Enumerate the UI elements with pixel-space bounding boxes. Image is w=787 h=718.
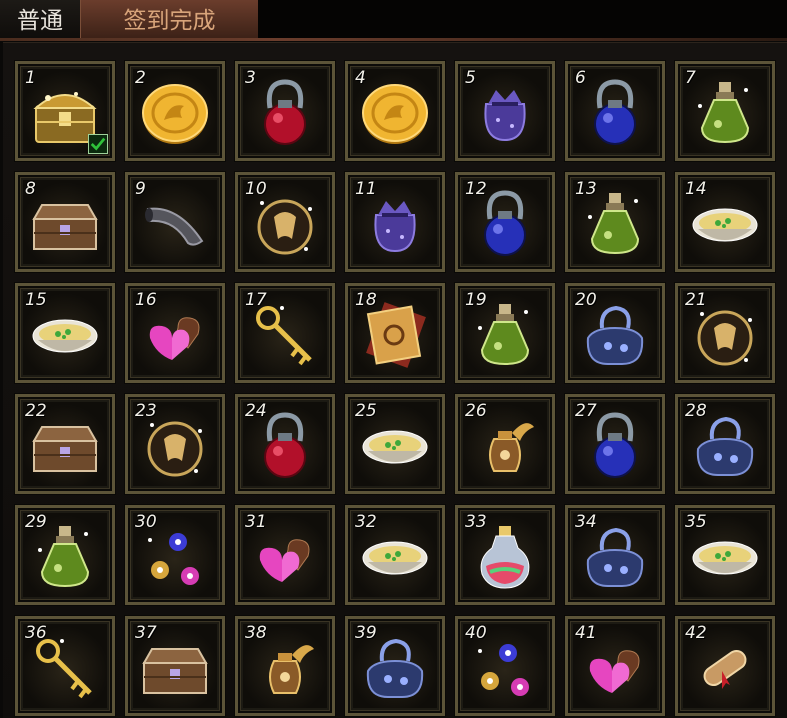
wooden-chest-icon xyxy=(28,187,102,261)
reward-slot-35[interactable]: 35 xyxy=(675,505,775,605)
day-number: 5 xyxy=(465,68,476,88)
day-number: 32 xyxy=(355,512,377,532)
reward-panel: 1 2 3 4 5 6 7 8 9 10 11 12 13 14 15 16 17 18 19 20 21 22 23 24 2… xyxy=(3,42,787,718)
reward-slot-4[interactable]: 4 xyxy=(345,61,445,161)
reward-slot-25[interactable]: 25 xyxy=(345,394,445,494)
green-elixir-icon xyxy=(688,76,762,150)
reward-slot-23[interactable]: 23 xyxy=(125,394,225,494)
reward-slot-26[interactable]: 26 xyxy=(455,394,555,494)
day-number: 11 xyxy=(355,179,377,199)
reward-slot-36[interactable]: 36 xyxy=(15,616,115,716)
day-number: 28 xyxy=(685,401,707,421)
reward-slot-28[interactable]: 28 xyxy=(675,394,775,494)
day-number: 30 xyxy=(135,512,157,532)
day-number: 36 xyxy=(25,623,47,643)
tab-bar: 普通 签到完成 xyxy=(0,0,787,41)
reward-slot-27[interactable]: 27 xyxy=(565,394,665,494)
reward-slot-2[interactable]: 2 xyxy=(125,61,225,161)
day-number: 8 xyxy=(25,179,36,199)
reward-slot-24[interactable]: 24 xyxy=(235,394,335,494)
reward-slot-15[interactable]: 15 xyxy=(15,283,115,383)
purple-pouch-icon xyxy=(468,76,542,150)
day-number: 17 xyxy=(245,290,267,310)
reward-slot-12[interactable]: 12 xyxy=(455,172,555,272)
day-number: 2 xyxy=(135,68,146,88)
day-number: 1 xyxy=(25,68,36,88)
red-potion-icon xyxy=(248,76,322,150)
reward-slot-13[interactable]: 13 xyxy=(565,172,665,272)
day-number: 38 xyxy=(245,623,267,643)
day-number: 31 xyxy=(245,512,267,532)
day-number: 19 xyxy=(465,290,487,310)
reward-slot-19[interactable]: 19 xyxy=(455,283,555,383)
day-number: 26 xyxy=(465,401,487,421)
reward-slot-39[interactable]: 39 xyxy=(345,616,445,716)
tab-normal[interactable]: 普通 xyxy=(0,0,80,40)
day-number: 9 xyxy=(135,179,146,199)
reward-slot-38[interactable]: 38 xyxy=(235,616,335,716)
day-number: 3 xyxy=(245,68,256,88)
reward-slot-16[interactable]: 16 xyxy=(125,283,225,383)
day-number: 39 xyxy=(355,623,377,643)
horn-icon xyxy=(138,187,212,261)
reward-slot-14[interactable]: 14 xyxy=(675,172,775,272)
reward-slot-37[interactable]: 37 xyxy=(125,616,225,716)
day-number: 33 xyxy=(465,512,487,532)
day-number: 7 xyxy=(685,68,696,88)
gold-coin-icon xyxy=(138,76,212,150)
day-number: 41 xyxy=(575,623,597,643)
reward-slot-21[interactable]: 21 xyxy=(675,283,775,383)
day-number: 10 xyxy=(245,179,267,199)
reward-slot-17[interactable]: 17 xyxy=(235,283,335,383)
day-number: 40 xyxy=(465,623,487,643)
reward-slot-3[interactable]: 3 xyxy=(235,61,335,161)
day-number: 21 xyxy=(685,290,707,310)
reward-slot-7[interactable]: 7 xyxy=(675,61,775,161)
tab-underline xyxy=(0,38,787,41)
day-number: 24 xyxy=(245,401,267,421)
day-number: 15 xyxy=(25,290,47,310)
reward-slot-1[interactable]: 1 xyxy=(15,61,115,161)
reward-slot-9[interactable]: 9 xyxy=(125,172,225,272)
day-number: 42 xyxy=(685,623,707,643)
day-number: 35 xyxy=(685,512,707,532)
day-number: 16 xyxy=(135,290,157,310)
day-number: 4 xyxy=(355,68,366,88)
day-number: 34 xyxy=(575,512,597,532)
day-number: 20 xyxy=(575,290,597,310)
reward-slot-31[interactable]: 31 xyxy=(235,505,335,605)
reward-slot-41[interactable]: 41 xyxy=(565,616,665,716)
reward-slot-6[interactable]: 6 xyxy=(565,61,665,161)
reward-slot-29[interactable]: 29 xyxy=(15,505,115,605)
reward-slot-40[interactable]: 40 xyxy=(455,616,555,716)
day-number: 6 xyxy=(575,68,586,88)
reward-grid: 1 2 3 4 5 6 7 8 9 10 11 12 13 14 15 16 17 18 19 20 21 22 23 24 2… xyxy=(15,61,775,716)
checkmark-icon xyxy=(88,134,108,154)
day-number: 29 xyxy=(25,512,47,532)
day-number: 18 xyxy=(355,290,377,310)
reward-slot-30[interactable]: 30 xyxy=(125,505,225,605)
blue-potion-icon xyxy=(578,76,652,150)
reward-slot-8[interactable]: 8 xyxy=(15,172,115,272)
day-number: 23 xyxy=(135,401,157,421)
day-number: 25 xyxy=(355,401,377,421)
day-number: 13 xyxy=(575,179,597,199)
day-number: 37 xyxy=(135,623,157,643)
reward-slot-34[interactable]: 34 xyxy=(565,505,665,605)
reward-slot-10[interactable]: 10 xyxy=(235,172,335,272)
reward-slot-18[interactable]: 18 xyxy=(345,283,445,383)
day-number: 14 xyxy=(685,179,707,199)
reward-slot-33[interactable]: 33 xyxy=(455,505,555,605)
tab-checkin-complete[interactable]: 签到完成 xyxy=(80,0,258,40)
gold-coin-icon xyxy=(358,76,432,150)
reward-slot-5[interactable]: 5 xyxy=(455,61,555,161)
day-number: 22 xyxy=(25,401,47,421)
reward-slot-32[interactable]: 32 xyxy=(345,505,445,605)
day-number: 12 xyxy=(465,179,487,199)
reward-slot-42[interactable]: 42 xyxy=(675,616,775,716)
reward-slot-11[interactable]: 11 xyxy=(345,172,445,272)
day-number: 27 xyxy=(575,401,597,421)
reward-slot-22[interactable]: 22 xyxy=(15,394,115,494)
reward-slot-20[interactable]: 20 xyxy=(565,283,665,383)
